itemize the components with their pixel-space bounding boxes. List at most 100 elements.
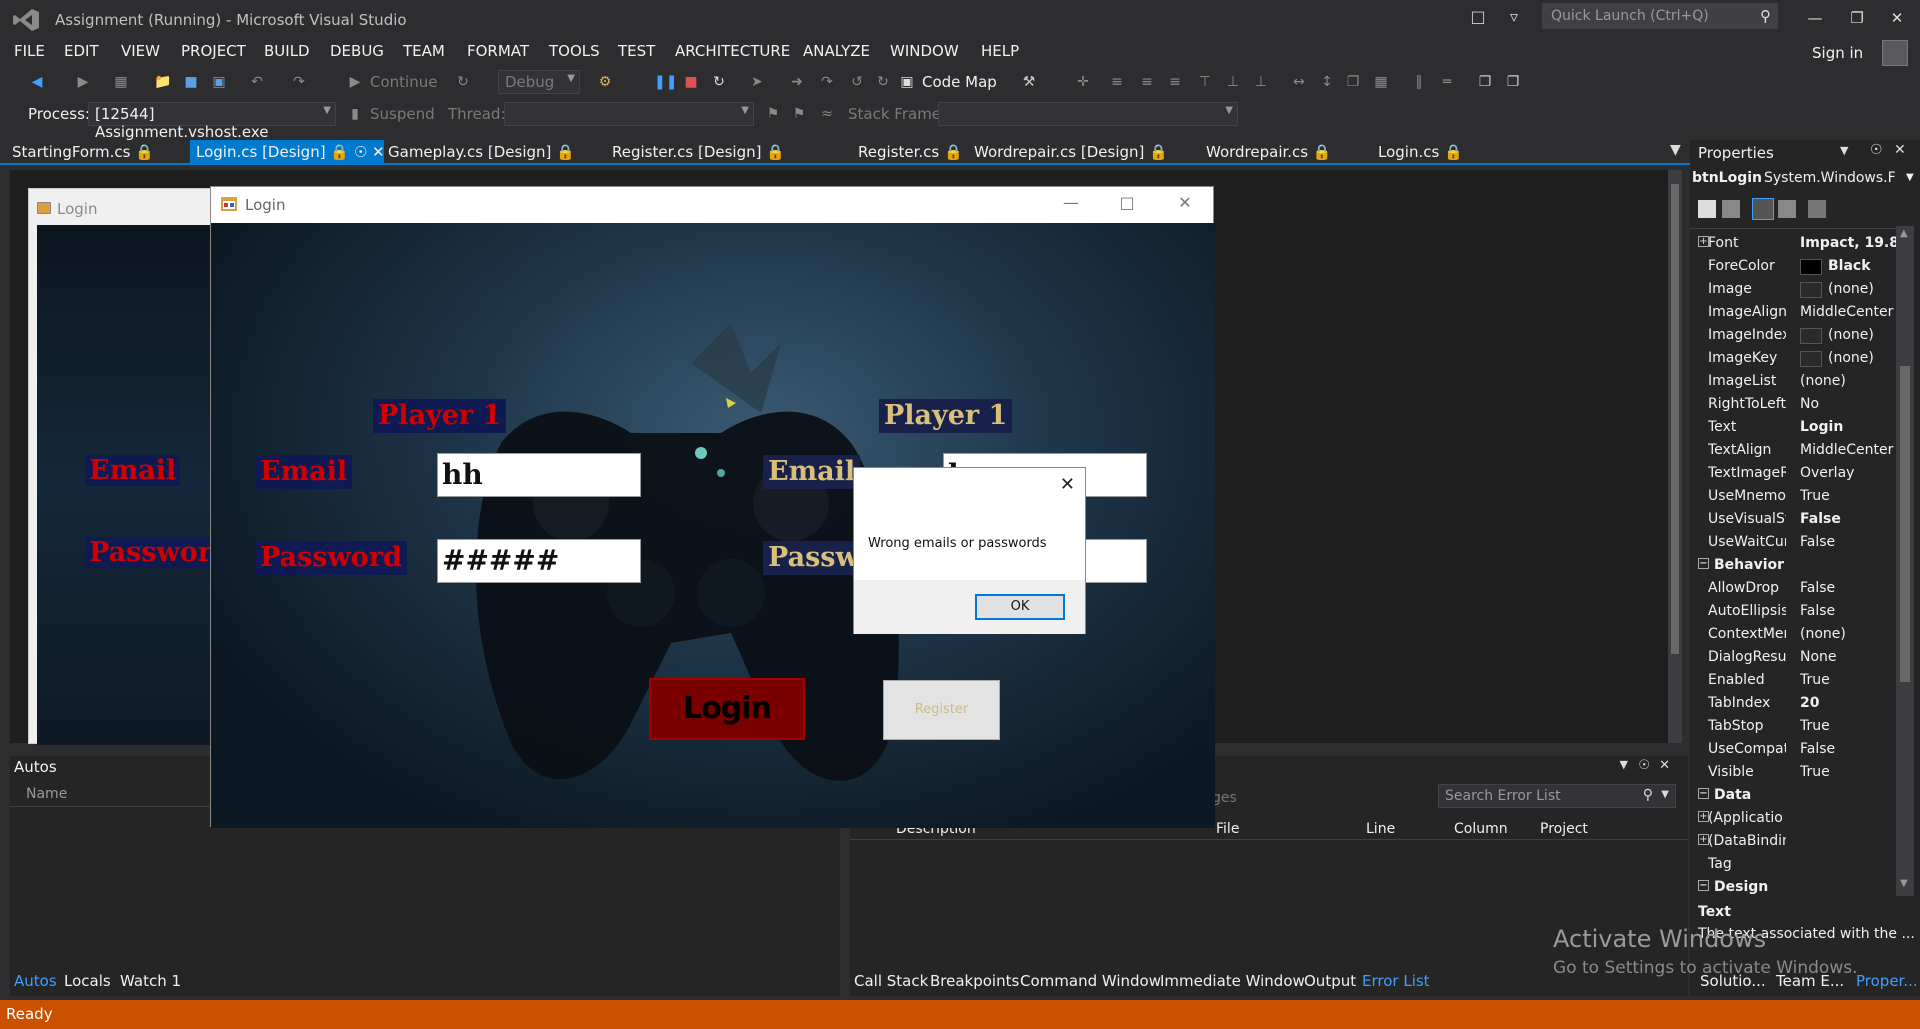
property-value[interactable]: True (1800, 718, 1896, 734)
property-value[interactable]: False (1800, 534, 1896, 550)
filter-icon[interactable]: ▿ (1502, 6, 1526, 28)
send-to-back-icon[interactable]: ❐ (1504, 73, 1522, 91)
property-value[interactable]: (none) (1828, 350, 1896, 366)
property-row[interactable]: TextAlign MiddleCenter (1692, 439, 1897, 462)
menu-file[interactable]: FILE (14, 42, 45, 60)
new-project-icon[interactable]: ▦ (112, 73, 130, 91)
continue-icon[interactable]: ▶ (346, 73, 364, 91)
property-category-behavior[interactable]: − Behavior (1692, 554, 1897, 577)
property-value[interactable]: Login (1800, 419, 1896, 435)
property-grid[interactable]: + Font Impact, 19.8 ForeColor Black Image (non… (1690, 228, 1900, 896)
menu-view[interactable]: VIEW (121, 42, 160, 60)
property-row[interactable]: UseCompat False (1692, 738, 1897, 761)
config-select[interactable]: Debug ▼ (498, 70, 580, 94)
property-row[interactable]: Image (none) (1692, 278, 1897, 301)
collapse-icon[interactable]: − (1698, 558, 1709, 569)
avatar[interactable] (1882, 40, 1908, 66)
categorized-icon[interactable] (1698, 200, 1716, 218)
menu-test[interactable]: TEST (618, 42, 655, 60)
step-into-icon[interactable]: ➜ (788, 73, 806, 91)
tab-command-window[interactable]: Command Window (1020, 972, 1161, 990)
minimize-icon[interactable]: — (1057, 193, 1085, 215)
open-folder-icon[interactable]: 📁 (154, 73, 172, 91)
property-row[interactable]: + Font Impact, 19.8 (1692, 232, 1897, 255)
menu-help[interactable]: HELP (981, 42, 1019, 60)
stack-frame-select[interactable]: ▼ (938, 102, 1238, 126)
sign-in-link[interactable]: Sign in (1812, 44, 1863, 62)
properties-view-icon[interactable] (1752, 198, 1774, 220)
property-category-data[interactable]: − Data (1692, 784, 1897, 807)
close-icon[interactable]: ✕ (1894, 142, 1906, 158)
stop-icon[interactable]: ■ (682, 73, 700, 91)
col-column[interactable]: Column (1454, 821, 1508, 837)
property-value[interactable]: (none) (1800, 373, 1896, 389)
menu-architecture[interactable]: ARCHITECTURE (675, 42, 790, 60)
menu-tools[interactable]: TOOLS (549, 42, 600, 60)
horizontal-spacing-icon[interactable]: ‖ (1410, 73, 1428, 91)
properties-scrollbar[interactable]: ▲ ▼ (1896, 226, 1914, 896)
tab-error-list[interactable]: Error List (1362, 972, 1430, 990)
property-row[interactable]: DialogResul None (1692, 646, 1897, 669)
thread-select[interactable]: ▼ (504, 102, 754, 126)
redo-icon[interactable]: ↷ (290, 73, 308, 91)
property-row[interactable]: ImageAlign MiddleCenter (1692, 301, 1897, 324)
scroll-down-icon[interactable]: ▼ (1900, 878, 1908, 889)
property-row[interactable]: ImageIndex (none) (1692, 324, 1897, 347)
email-input-left[interactable]: hh (437, 453, 641, 497)
snap-icon[interactable]: ✛ (1074, 73, 1092, 91)
search-error-list-input[interactable]: Search Error List ⚲ ▼ (1438, 784, 1676, 808)
scrollbar-thumb[interactable] (1900, 366, 1910, 682)
property-row[interactable]: UseWaitCur False (1692, 531, 1897, 554)
property-value[interactable]: False (1800, 603, 1896, 619)
property-value[interactable]: (none) (1828, 281, 1896, 297)
property-row[interactable]: + (Applicatio (1692, 807, 1897, 830)
restart-icon[interactable]: ↻ (710, 73, 728, 91)
property-row[interactable]: Visible True (1692, 761, 1897, 784)
tab-breakpoints[interactable]: Breakpoints (930, 972, 1019, 990)
tab-output[interactable]: Output (1304, 972, 1356, 990)
events-icon[interactable] (1778, 200, 1796, 218)
step-back-icon[interactable]: ↻ (874, 73, 892, 91)
chevron-down-icon[interactable]: ▼ (1840, 144, 1848, 157)
maximize-icon[interactable]: □ (1113, 193, 1141, 215)
minimize-icon[interactable]: — (1800, 6, 1830, 30)
property-value[interactable]: True (1800, 488, 1896, 504)
tab-properties[interactable]: Proper... (1856, 972, 1918, 990)
close-icon[interactable]: ✕ (1882, 6, 1912, 30)
save-icon[interactable]: ■ (182, 73, 200, 91)
suspend-icon[interactable]: ▮ (346, 105, 364, 123)
login-button[interactable]: Login (649, 678, 805, 740)
pin-icon[interactable]: ☉ (1870, 142, 1883, 158)
property-row[interactable]: UseVisualSty False (1692, 508, 1897, 531)
scrollbar-thumb[interactable] (1671, 184, 1679, 654)
menu-analyze[interactable]: ANALYZE (803, 42, 870, 60)
property-row[interactable]: Text Login (1692, 416, 1897, 439)
property-row[interactable]: ImageKey (none) (1692, 347, 1897, 370)
property-row[interactable]: TabIndex 20 (1692, 692, 1897, 715)
col-file[interactable]: File (1216, 821, 1239, 837)
tab-login-cs[interactable]: Login.cs 🔒 (1372, 140, 1469, 164)
property-value[interactable]: No (1800, 396, 1896, 412)
tab-locals[interactable]: Locals (64, 972, 111, 990)
tab-wordrepair-cs[interactable]: Wordrepair.cs 🔒 (1200, 140, 1338, 164)
tab-immediate-window[interactable]: Immediate Window (1160, 972, 1305, 990)
attach-icon[interactable]: ⚙ (596, 73, 614, 91)
tools-icon[interactable]: ⚒ (1020, 73, 1038, 91)
collapse-icon[interactable]: − (1698, 880, 1709, 891)
menu-build[interactable]: BUILD (264, 42, 310, 60)
tab-register-design[interactable]: Register.cs [Design] 🔒 (606, 140, 791, 164)
close-icon[interactable]: ✕ (1171, 193, 1199, 215)
property-row[interactable]: + (DataBindin (1692, 830, 1897, 853)
feedback-icon[interactable]: □ (1466, 6, 1490, 28)
property-row[interactable]: AutoEllipsis False (1692, 600, 1897, 623)
align-tops-icon[interactable]: ⊤ (1196, 73, 1214, 91)
align-rights-icon[interactable]: ≡ (1166, 73, 1184, 91)
password-input-left[interactable]: ##### (437, 539, 641, 583)
tab-startingform-cs[interactable]: StartingForm.cs 🔒 (6, 140, 160, 164)
tab-register-cs[interactable]: Register.cs 🔒 (852, 140, 969, 164)
show-next-statement-icon[interactable]: ➤ (748, 73, 766, 91)
col-line[interactable]: Line (1366, 821, 1395, 837)
error-list-menu-icon[interactable]: ▼ (1620, 758, 1628, 771)
tab-watch-1[interactable]: Watch 1 (120, 972, 181, 990)
back-icon[interactable]: ◀ (28, 73, 46, 91)
